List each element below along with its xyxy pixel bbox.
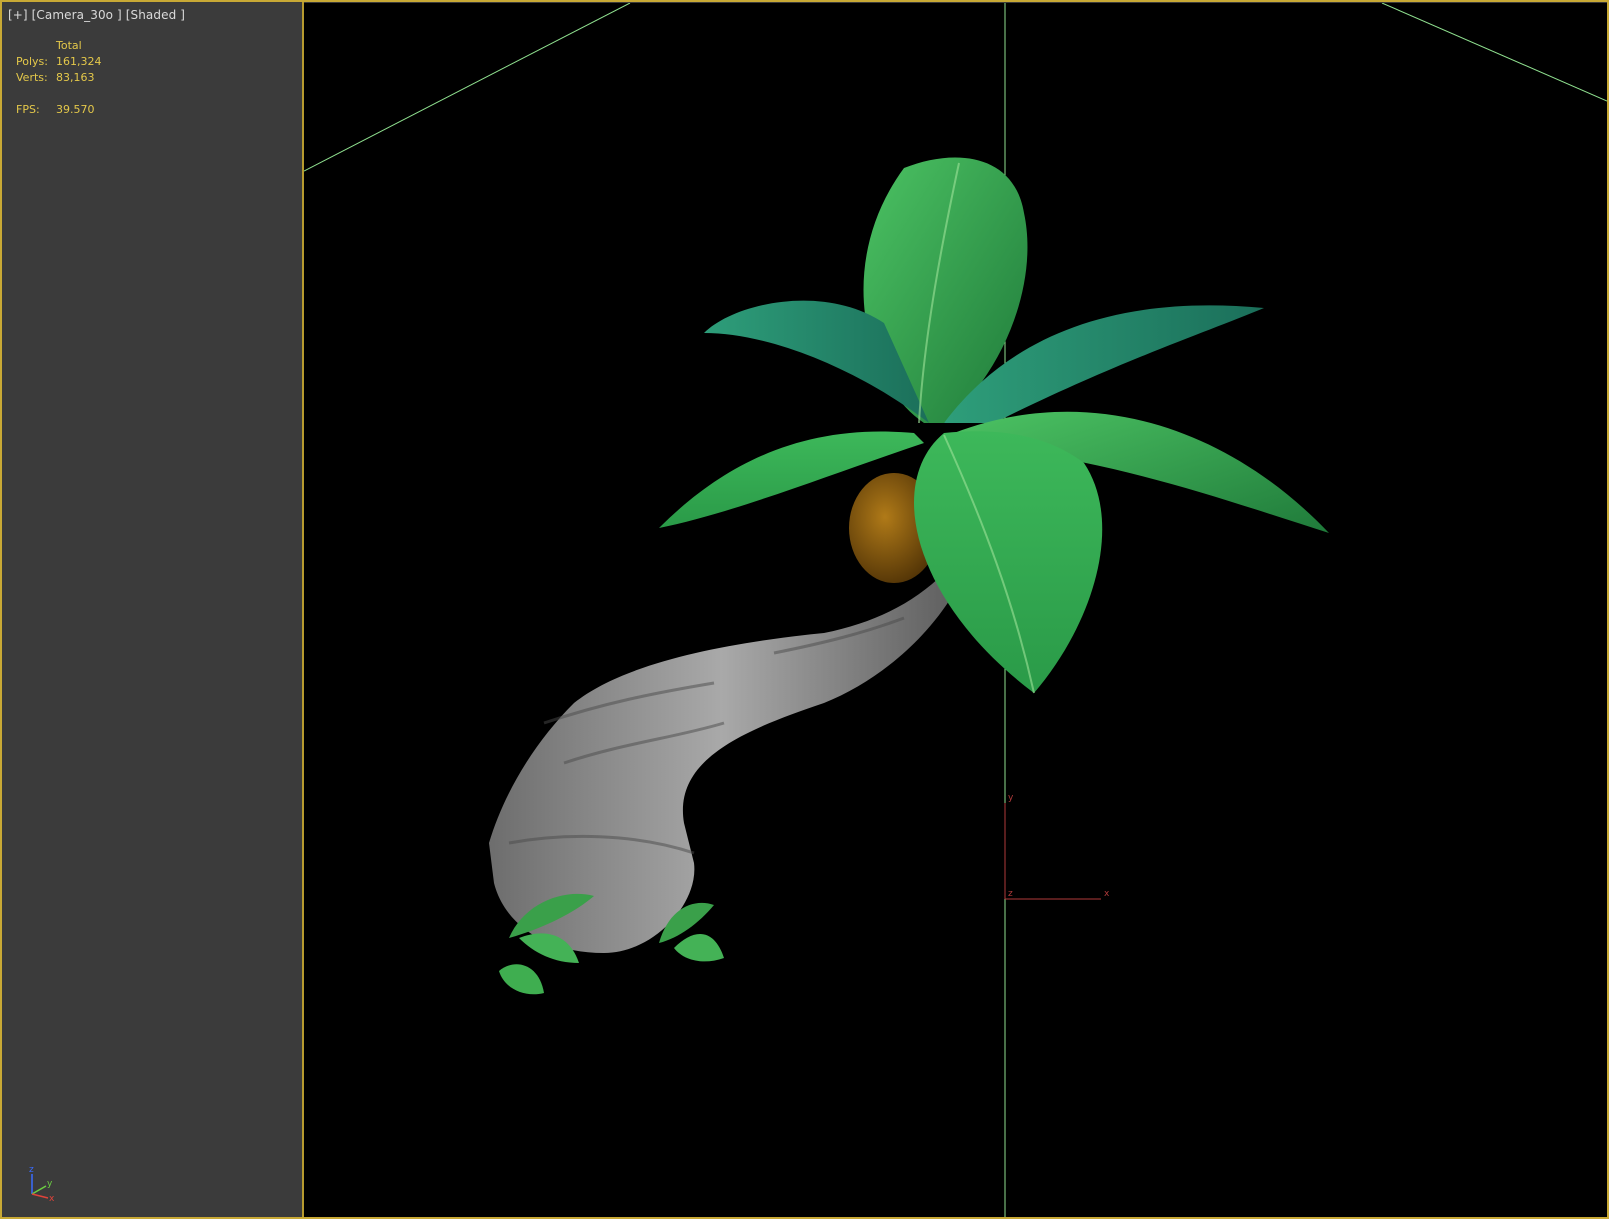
fps-row: FPS: 39.570: [16, 102, 102, 118]
scene-axis-x-label: x: [1104, 889, 1110, 899]
3d-viewport[interactable]: y x z: [304, 3, 1607, 1217]
fps-label: FPS:: [16, 103, 40, 116]
gizmo-y-label: y: [47, 1179, 53, 1189]
stats-panel: [+] [Camera_30o ] [Shaded ] Total Polys:…: [2, 2, 302, 1217]
grid-line-left: [304, 3, 631, 172]
viewport-label[interactable]: [+] [Camera_30o ] [Shaded ]: [8, 8, 185, 22]
gizmo-z-label: z: [29, 1165, 34, 1175]
verts-value: 83,163: [56, 71, 95, 84]
scene-axis-gizmo-icon: y x z: [1004, 793, 1110, 900]
polys-row: Polys: 161,324: [16, 54, 102, 70]
polys-value: 161,324: [56, 55, 102, 68]
verts-label: Verts:: [16, 71, 48, 84]
gizmo-x-label: x: [49, 1194, 55, 1202]
palm-trunk: [489, 573, 954, 953]
grid-line-right: [1381, 3, 1607, 102]
verts-row: Verts: 83,163: [16, 70, 102, 86]
scene-axis-y-label: y: [1008, 793, 1014, 803]
fps-value: 39.570: [56, 103, 95, 116]
stats-overlay: Total Polys: 161,324 Verts: 83,163 FPS: …: [16, 38, 102, 118]
axis-gizmo-icon: z y x: [24, 1162, 64, 1202]
scene-axis-z-label: z: [1008, 889, 1013, 899]
polys-label: Polys:: [16, 55, 48, 68]
stats-header: Total: [56, 39, 82, 52]
palm-leaves: [659, 157, 1329, 694]
stats-header-row: Total: [16, 38, 102, 54]
